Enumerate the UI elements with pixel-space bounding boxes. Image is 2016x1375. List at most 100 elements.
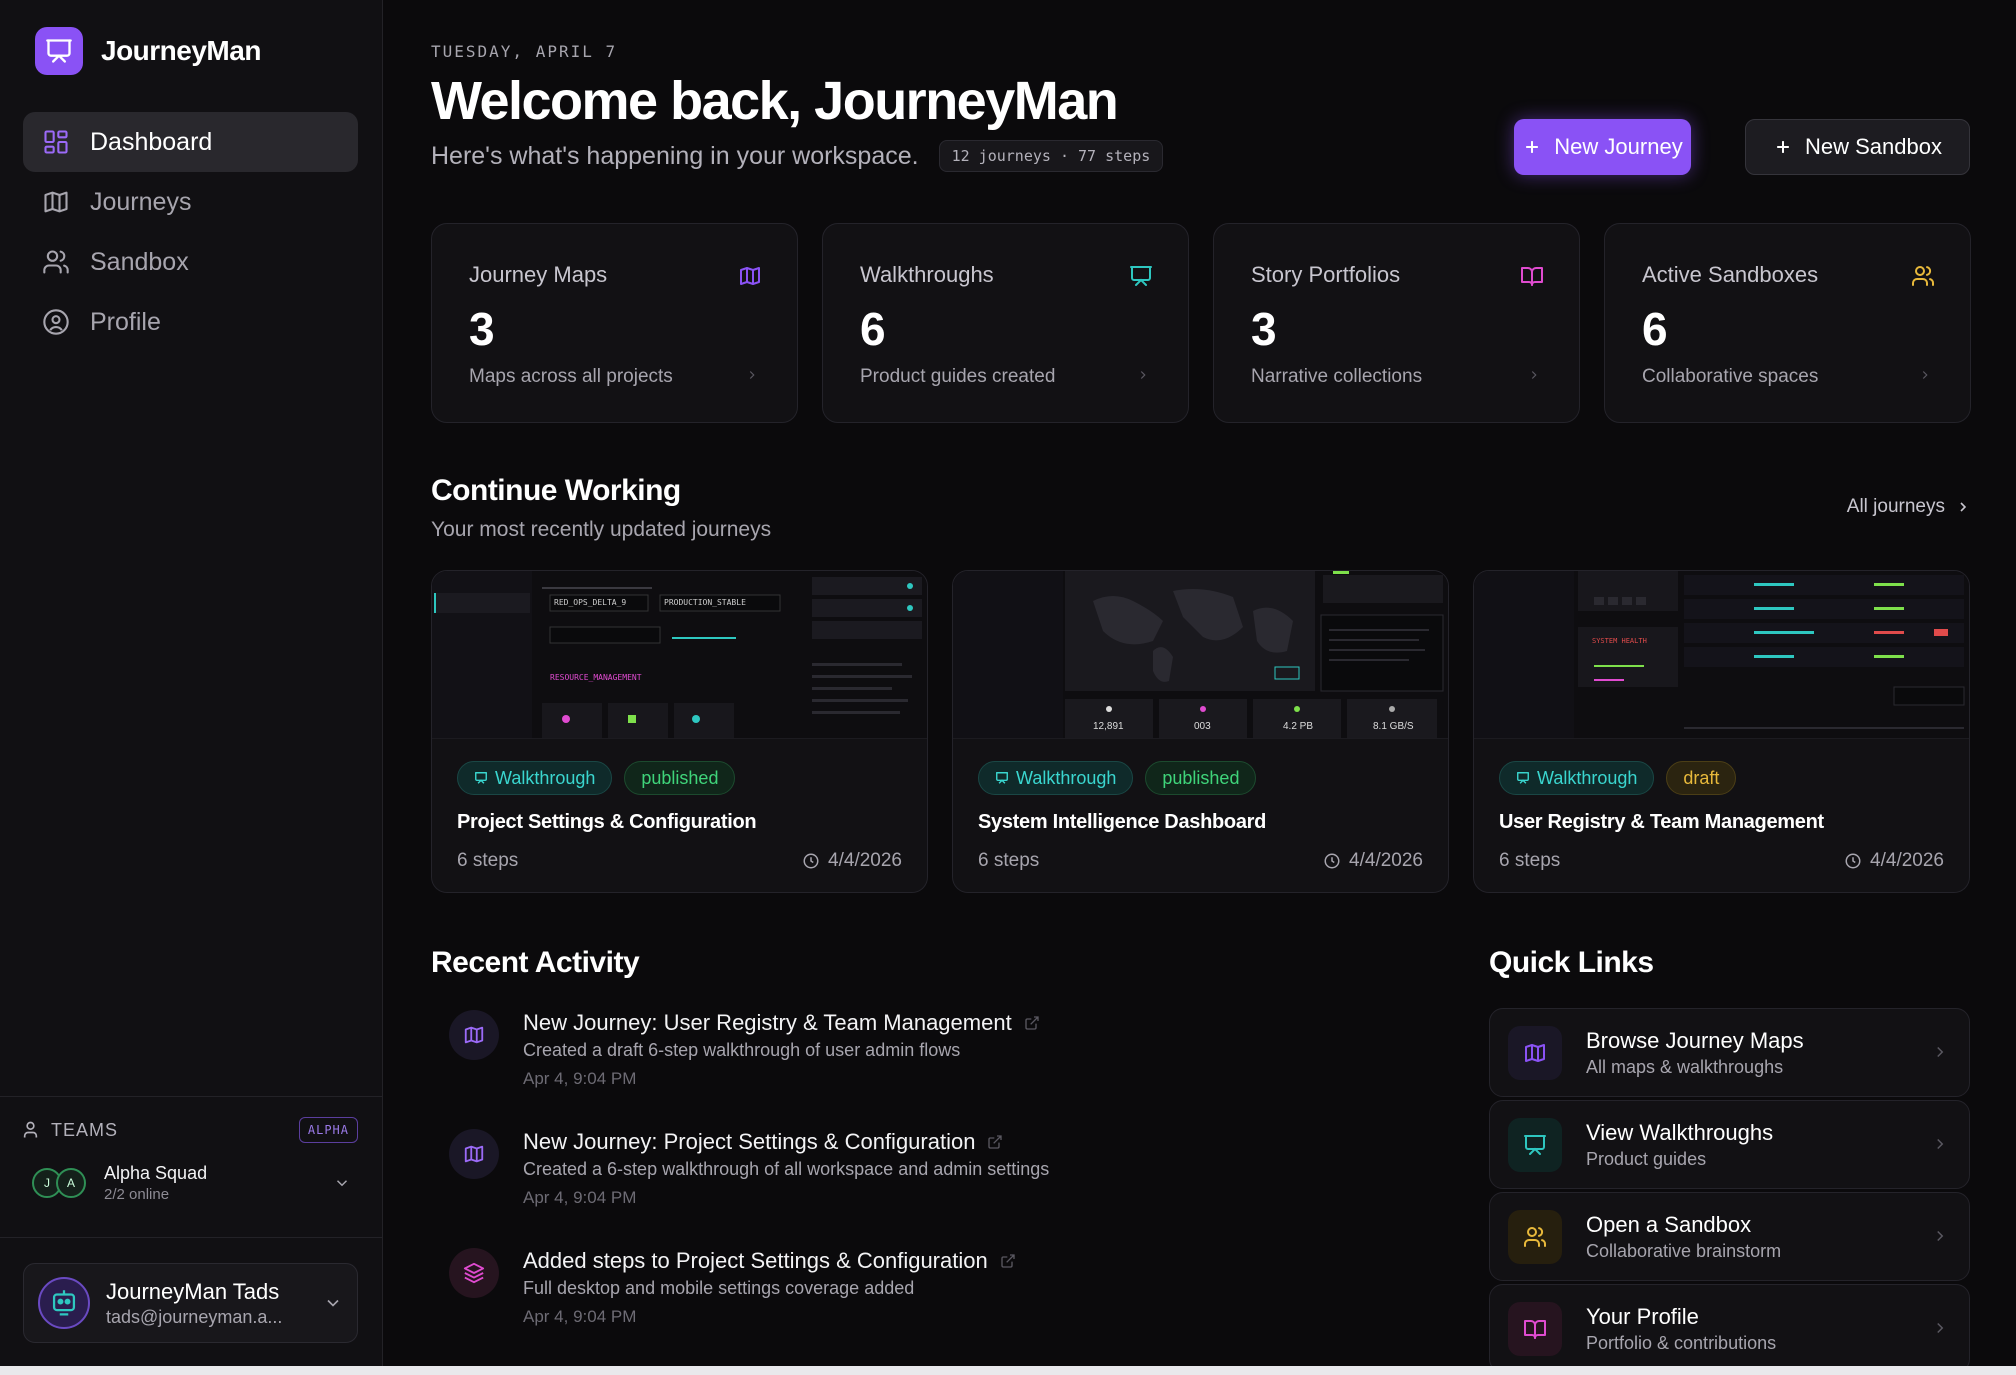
presentation-icon [1508,1117,1562,1172]
team-online-count: 2/2 online [104,1186,170,1203]
stat-value: 3 [1251,303,1277,355]
stat-value: 6 [860,303,886,355]
status-badge: draft [1666,761,1737,795]
chevron-right-icon [1937,1322,1944,1334]
chevron-right-icon [1922,371,1928,379]
new-journey-button[interactable]: New Journey [1514,119,1691,175]
activity-desc: Full desktop and mobile settings coverag… [523,1278,915,1298]
quick-link-title: Your Profile [1586,1303,1699,1329]
brand-name: JourneyMan [101,35,261,66]
chevron-right-icon [1937,1138,1944,1150]
avatar [38,1277,90,1329]
page-title: Welcome back, JourneyMan [431,71,1119,131]
presentation-icon [1517,772,1529,784]
thumb-metric: 8.1 GB/S [1373,721,1414,732]
quick-link-subtitle: Product guides [1586,1148,1707,1169]
journey-title: Project Settings & Configuration [457,811,757,833]
nav-item-profile[interactable]: Profile [23,292,358,352]
nav-item-sandbox[interactable]: Sandbox [23,232,358,292]
journey-date: 4/4/2026 [1349,850,1423,871]
map-icon [740,267,760,285]
activity-item[interactable]: New Journey: Project Settings & Configur… [431,1129,1431,1248]
workspace-count-badge: 12 journeys · 77 steps [938,140,1164,172]
activity-title: New Journey: Project Settings & Configur… [523,1129,976,1154]
thumb-metric: 4.2 PB [1283,721,1314,732]
current-date: TUESDAY, APRIL 7 [431,42,618,61]
team-switcher[interactable]: J A Alpha Squad 2/2 online [32,1163,351,1203]
journey-card[interactable]: 12,891 003 4.2 PB 8.1 GB/S Walkthrough p… [952,570,1449,893]
all-journeys-link[interactable]: All journeys [1847,496,1971,518]
journey-card[interactable]: RED_OPS_DELTA_9 PRODUCTION_STABLE RESOUR… [431,570,928,893]
quick-link-title: View Walkthroughs [1586,1119,1774,1145]
map-icon [1508,1025,1562,1080]
journey-card[interactable]: SYSTEM HEALTH Walkthrough draft User Reg… [1473,570,1970,893]
external-link-icon[interactable] [1000,1253,1016,1269]
avatar: A [56,1168,86,1198]
quick-link-subtitle: Collaborative brainstorm [1586,1240,1782,1261]
thumb-section-label: SYSTEM HEALTH [1592,637,1647,645]
map-icon [449,1129,499,1179]
recent-activity-title: Recent Activity [431,946,640,979]
teams-panel: TEAMS ALPHA J A Alpha Squad 2/2 online [0,1096,383,1238]
activity-item[interactable]: Added steps to Project Settings & Config… [431,1248,1431,1367]
activity-desc: Created a draft 6-step walkthrough of us… [523,1040,961,1060]
chevron-right-icon [1960,502,1967,512]
journey-date: 4/4/2026 [828,850,902,871]
nav-item-dashboard[interactable]: Dashboard [23,112,358,172]
quick-link-profile[interactable]: Your Profile Portfolio & contributions [1489,1284,1970,1373]
brand[interactable]: JourneyMan [35,27,261,75]
activity-list: New Journey: User Registry & Team Manage… [431,1010,1431,1367]
stat-value: 3 [469,303,495,355]
layers-icon [449,1248,499,1298]
stat-card-story-portfolios[interactable]: Story Portfolios 3 Narrative collections [1213,223,1580,423]
status-badge: published [1145,761,1257,795]
clock-icon [1324,853,1340,869]
user-menu[interactable]: JourneyMan Tads tads@journeyman.a... [23,1263,358,1343]
continue-working-subtitle: Your most recently updated journeys [431,518,772,541]
nav-item-journeys[interactable]: Journeys [23,172,358,232]
plus-icon [1526,141,1539,153]
chevron-right-icon [1937,1046,1944,1058]
chevron-down-icon[interactable] [333,1174,351,1192]
teams-label: TEAMS [23,1120,118,1141]
quick-link-walkthroughs[interactable]: View Walkthroughs Product guides [1489,1100,1970,1189]
quick-links-list: Browse Journey Maps All maps & walkthrou… [1489,1008,1970,1375]
quick-link-journey-maps[interactable]: Browse Journey Maps All maps & walkthrou… [1489,1008,1970,1097]
alpha-badge: ALPHA [298,1117,358,1143]
journey-steps: 6 steps [978,850,1040,871]
team-name: Alpha Squad [104,1163,208,1183]
users-icon [43,250,69,274]
main-nav: Dashboard Journeys Sandbox Profile [23,112,358,352]
quick-links-title: Quick Links [1489,946,1654,979]
chevron-right-icon [1937,1230,1944,1242]
quick-link-sandbox[interactable]: Open a Sandbox Collaborative brainstorm [1489,1192,1970,1281]
journey-title: User Registry & Team Management [1499,811,1824,833]
presentation-icon [1130,266,1152,286]
thumb-field-2: PRODUCTION_STABLE [664,598,746,607]
stat-card-journey-maps[interactable]: Journey Maps 3 Maps across all projects [431,223,798,423]
stat-card-active-sandboxes[interactable]: Active Sandboxes 6 Collaborative spaces [1604,223,1971,423]
presentation-icon [996,772,1008,784]
nav-label: Dashboard [90,127,213,156]
status-badge: published [624,761,736,795]
users-icon [1508,1209,1562,1264]
stat-value: 6 [1642,303,1668,355]
type-badge: Walkthrough [457,761,613,795]
user-circle-icon [43,309,69,335]
stat-card-walkthroughs[interactable]: Walkthroughs 6 Product guides created [822,223,1189,423]
users-icon [23,1121,38,1138]
journey-cards: RED_OPS_DELTA_9 PRODUCTION_STABLE RESOUR… [431,570,1970,893]
new-sandbox-button[interactable]: New Sandbox [1745,119,1970,175]
quick-link-title: Open a Sandbox [1586,1211,1752,1237]
chevron-down-icon[interactable] [323,1293,343,1313]
journey-date: 4/4/2026 [1870,850,1944,871]
book-icon [1521,267,1543,286]
activity-item[interactable]: New Journey: User Registry & Team Manage… [431,1010,1431,1129]
external-link-icon[interactable] [987,1134,1003,1150]
window-bottom-edge [0,1366,2016,1375]
map-icon [449,1010,499,1060]
nav-label: Sandbox [90,247,189,276]
external-link-icon[interactable] [1024,1015,1040,1031]
user-email: tads@journeyman.a... [106,1306,283,1327]
chevron-right-icon [749,371,755,379]
